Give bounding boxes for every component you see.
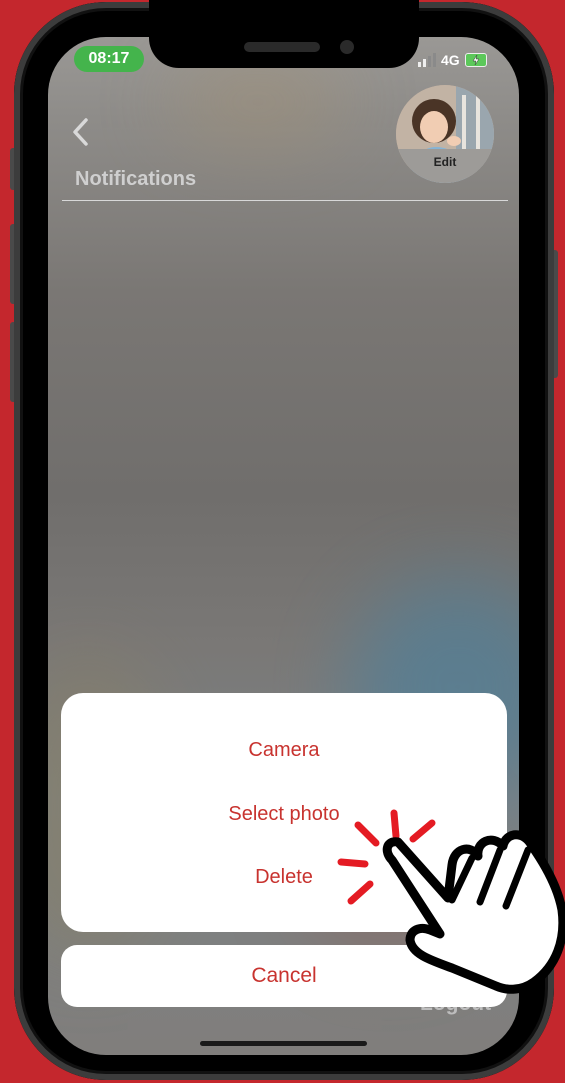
home-indicator <box>200 1041 367 1046</box>
signal-icon <box>418 53 436 67</box>
front-camera <box>340 40 354 54</box>
back-chevron-icon[interactable] <box>70 115 92 149</box>
speaker <box>244 42 320 52</box>
header-divider <box>62 200 508 201</box>
tap-hand-icon <box>337 809 565 994</box>
page-title: Notifications <box>75 168 197 190</box>
status-indicators: 4G <box>418 52 487 68</box>
avatar[interactable]: Edit <box>396 85 494 183</box>
avatar-edit-label: Edit <box>433 155 457 169</box>
status-time: 08:17 <box>74 46 144 72</box>
notch <box>149 0 419 68</box>
avatar-edit-band[interactable]: Edit <box>396 149 494 183</box>
bg-blur <box>168 57 348 147</box>
battery-charging-icon <box>464 53 487 67</box>
network-label: 4G <box>441 52 460 68</box>
camera-option[interactable]: Camera <box>61 739 507 762</box>
